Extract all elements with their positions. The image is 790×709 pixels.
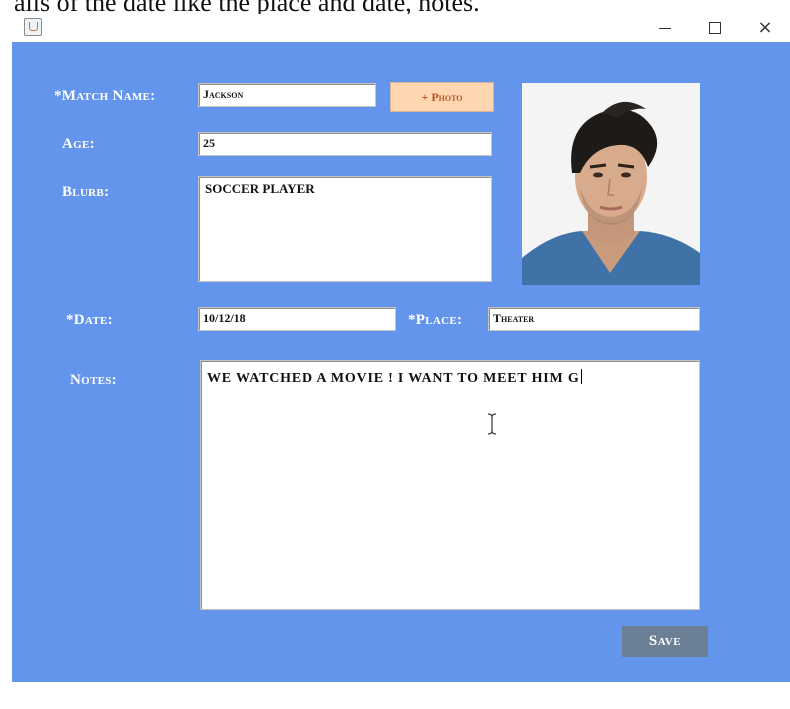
match-name-input[interactable]: Jackson (198, 83, 376, 107)
save-button[interactable]: Save (622, 626, 708, 657)
close-icon: × (757, 17, 773, 38)
date-input[interactable]: 10/12/18 (198, 307, 396, 331)
title-bar: × (12, 14, 790, 42)
place-input[interactable]: Theater (488, 307, 700, 331)
notes-label: Notes: (70, 372, 117, 388)
add-photo-button[interactable]: + Photo (390, 82, 494, 112)
match-form-window: *Match Name: Jackson + Photo Age: 25 Blu… (12, 42, 790, 682)
maximize-icon (709, 22, 721, 34)
match-name-label: *Match Name: (54, 88, 156, 104)
minimize-button[interactable] (642, 14, 688, 42)
notes-text: WE WATCHED A MOVIE ! I WANT TO MEET HIM … (207, 371, 580, 386)
date-label: *Date: (66, 312, 113, 328)
java-app-icon (24, 18, 42, 36)
close-button[interactable]: × (742, 14, 788, 42)
place-label: *Place: (408, 312, 463, 328)
age-input[interactable]: 25 (198, 132, 492, 156)
blurb-textarea[interactable]: SOCCER PLAYER (198, 176, 492, 282)
age-label: Age: (62, 136, 95, 152)
text-cursor-icon (487, 413, 497, 435)
notes-textarea[interactable]: WE WATCHED A MOVIE ! I WANT TO MEET HIM … (200, 360, 700, 610)
maximize-button[interactable] (692, 14, 738, 42)
match-photo (522, 83, 700, 285)
text-caret (580, 369, 582, 384)
portrait-image (522, 83, 700, 285)
minimize-icon (659, 27, 671, 29)
blurb-label: Blurb: (62, 184, 110, 200)
